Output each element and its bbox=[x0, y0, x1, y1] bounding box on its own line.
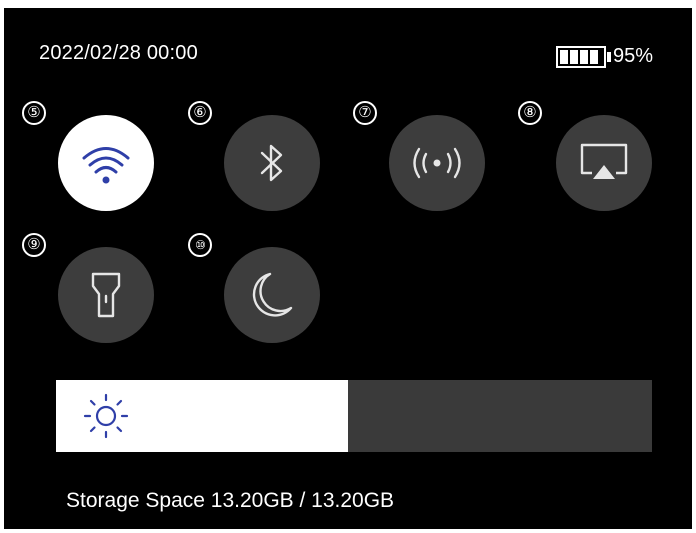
bluetooth-icon bbox=[260, 144, 283, 182]
tile-number: ⑨ bbox=[22, 233, 46, 257]
battery-indicator: 95% bbox=[556, 45, 653, 68]
screen-cast-icon bbox=[580, 143, 628, 179]
datetime-label: 2022/02/28 00:00 bbox=[39, 42, 198, 64]
battery-percent: 95% bbox=[613, 45, 654, 67]
bluetooth-toggle-button[interactable] bbox=[224, 115, 320, 211]
moon-icon bbox=[252, 272, 293, 317]
storage-label: Storage Space 13.20GB / 13.20GB bbox=[66, 489, 395, 512]
hotspot-toggle-button[interactable] bbox=[389, 115, 485, 211]
sun-icon bbox=[83, 393, 129, 439]
flashlight-toggle-button[interactable] bbox=[58, 247, 154, 343]
battery-icon bbox=[556, 45, 606, 68]
wifi-icon bbox=[82, 147, 130, 184]
tile-number: ⑧ bbox=[518, 101, 542, 125]
night-mode-toggle-button[interactable] bbox=[224, 247, 320, 343]
control-panel: 2022/02/28 00:00 95% ⑤ ⑥ ⑦ ⑧ ⑨ ⑩ Storage… bbox=[4, 8, 692, 529]
tile-number: ⑩ bbox=[188, 233, 212, 257]
brightness-slider[interactable] bbox=[56, 380, 652, 452]
tile-number: ⑦ bbox=[353, 101, 377, 125]
tile-number: ⑥ bbox=[188, 101, 212, 125]
hotspot-icon bbox=[413, 147, 461, 179]
screen-cast-toggle-button[interactable] bbox=[556, 115, 652, 211]
tile-number: ⑤ bbox=[22, 101, 46, 125]
flashlight-icon bbox=[91, 272, 121, 318]
wifi-toggle-button[interactable] bbox=[58, 115, 154, 211]
